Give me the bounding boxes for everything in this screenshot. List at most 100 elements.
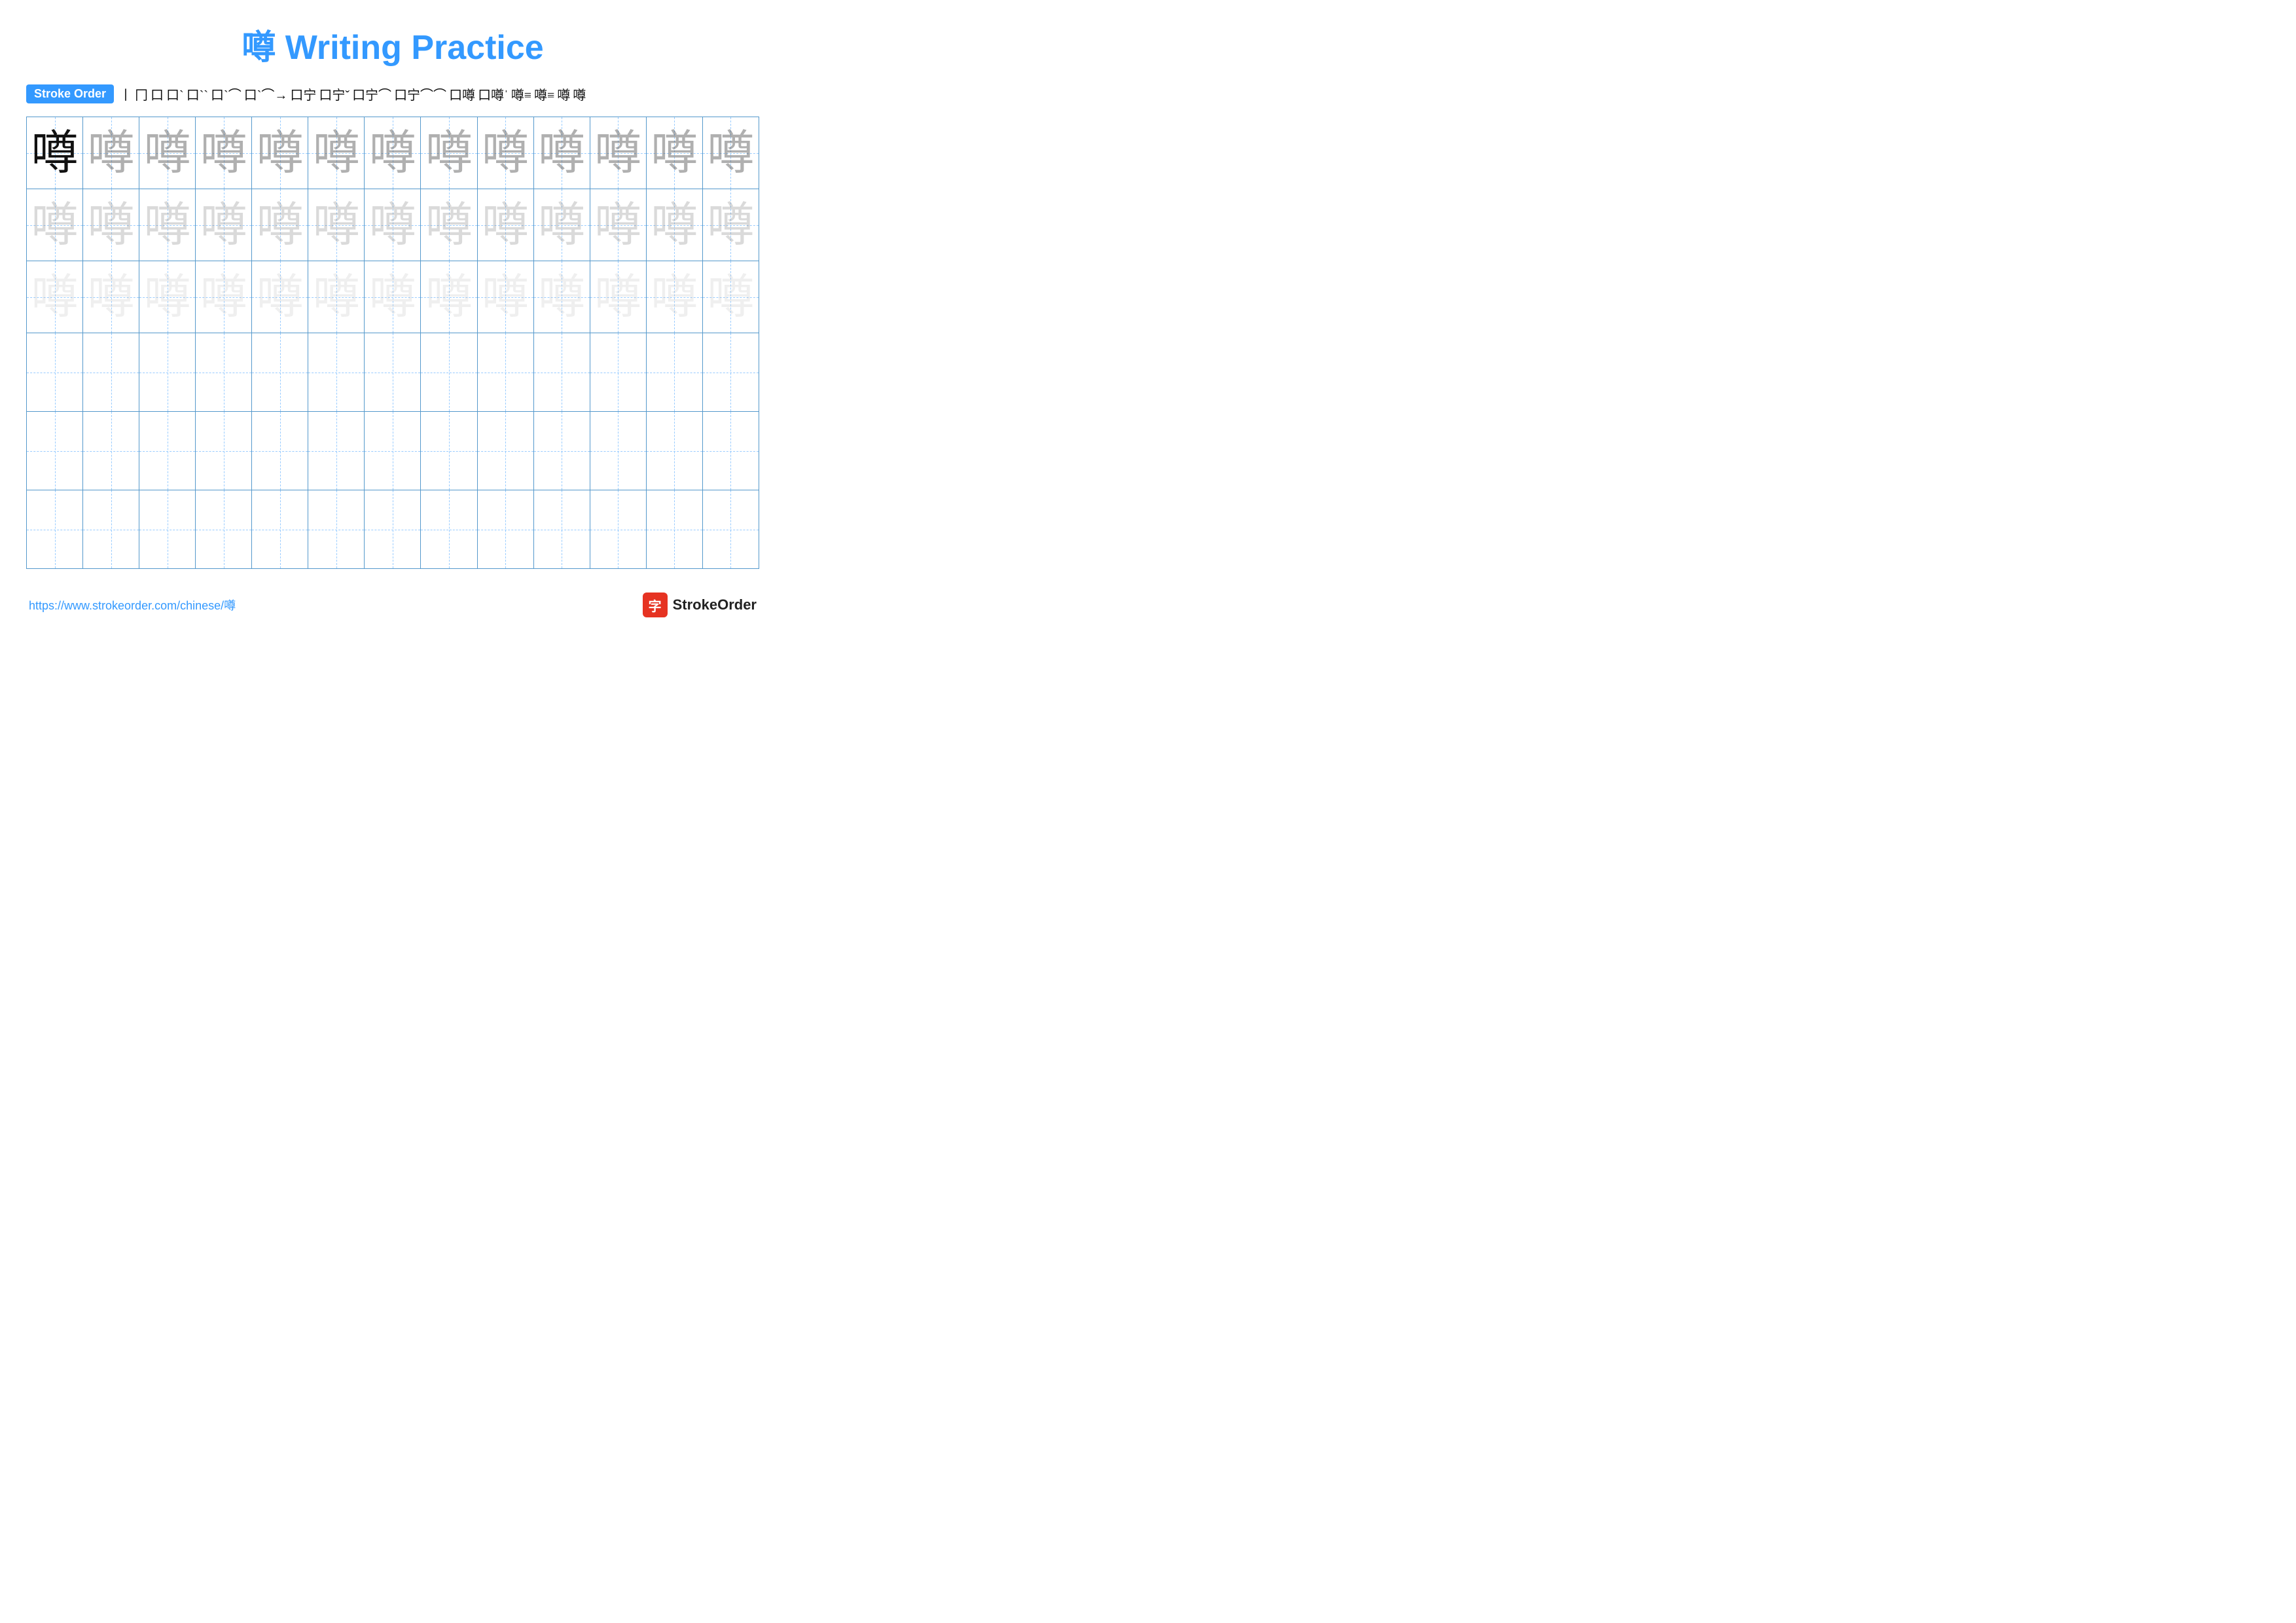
practice-grid: 噂 噂 噂 噂 噂 噂 噂 噂 噂 噂 噂 噂 噂 噂 噂 噂 噂 噂 噂 噂 …	[26, 117, 759, 569]
cell-r2-c8: 噂	[421, 189, 477, 261]
char-display: 噂	[313, 274, 360, 321]
cell-r6-c8[interactable]	[421, 490, 477, 569]
cell-r4-c9[interactable]	[477, 333, 533, 412]
cell-r6-c1[interactable]	[27, 490, 83, 569]
stroke-step-11: 口宁⌒⌒	[394, 84, 446, 103]
cell-r2-c5: 噂	[252, 189, 308, 261]
char-display: 噂	[538, 274, 585, 321]
cell-r6-c4[interactable]	[196, 490, 252, 569]
cell-r5-c7[interactable]	[365, 412, 421, 490]
cell-r3-c2: 噂	[83, 261, 139, 333]
cell-r1-c1: 噂	[27, 117, 83, 189]
cell-r2-c9: 噂	[477, 189, 533, 261]
cell-r1-c5: 噂	[252, 117, 308, 189]
cell-r3-c12: 噂	[646, 261, 702, 333]
page-title: 噂 Writing Practice	[26, 20, 759, 69]
char-display: 噂	[313, 130, 360, 177]
cell-r5-c10[interactable]	[533, 412, 590, 490]
cell-r6-c12[interactable]	[646, 490, 702, 569]
cell-r4-c10[interactable]	[533, 333, 590, 412]
cell-r4-c12[interactable]	[646, 333, 702, 412]
cell-r3-c4: 噂	[196, 261, 252, 333]
cell-r5-c3[interactable]	[139, 412, 196, 490]
cell-r3-c7: 噂	[365, 261, 421, 333]
cell-r4-c3[interactable]	[139, 333, 196, 412]
stroke-step-9: 口宁ˇ	[319, 84, 350, 103]
char-display: 噂	[482, 130, 529, 177]
char-display: 噂	[482, 274, 529, 321]
char-display: 噂	[31, 130, 79, 177]
cell-r1-c11: 噂	[590, 117, 646, 189]
stroke-step-7: 口ˋ⌒→	[244, 84, 288, 103]
char-display: 噂	[425, 130, 473, 177]
cell-r6-c9[interactable]	[477, 490, 533, 569]
cell-r6-c3[interactable]	[139, 490, 196, 569]
char-display: 噂	[31, 202, 79, 249]
cell-r5-c13[interactable]	[702, 412, 759, 490]
cell-r4-c5[interactable]	[252, 333, 308, 412]
cell-r5-c1[interactable]	[27, 412, 83, 490]
cell-r4-c1[interactable]	[27, 333, 83, 412]
stroke-step-15: 噂≡	[534, 84, 554, 103]
cell-r6-c10[interactable]	[533, 490, 590, 569]
char-display: 噂	[257, 202, 304, 249]
cell-r5-c11[interactable]	[590, 412, 646, 490]
cell-r4-c4[interactable]	[196, 333, 252, 412]
char-display: 噂	[651, 130, 698, 177]
char-display: 噂	[200, 202, 247, 249]
cell-r1-c13: 噂	[702, 117, 759, 189]
cell-r4-c8[interactable]	[421, 333, 477, 412]
cell-r6-c13[interactable]	[702, 490, 759, 569]
practice-row-6	[27, 490, 759, 569]
stroke-step-1: 丨	[119, 84, 132, 103]
char-display: 噂	[594, 130, 641, 177]
cell-r5-c2[interactable]	[83, 412, 139, 490]
stroke-step-16: 噂	[557, 84, 570, 103]
practice-row-3: 噂 噂 噂 噂 噂 噂 噂 噂 噂 噂 噂 噂 噂	[27, 261, 759, 333]
cell-r6-c2[interactable]	[83, 490, 139, 569]
footer-url[interactable]: https://www.strokeorder.com/chinese/噂	[29, 596, 236, 613]
char-display: 噂	[425, 202, 473, 249]
cell-r3-c6: 噂	[308, 261, 365, 333]
cell-r5-c12[interactable]	[646, 412, 702, 490]
cell-r3-c5: 噂	[252, 261, 308, 333]
brand-name: StrokeOrder	[673, 596, 757, 613]
cell-r6-c7[interactable]	[365, 490, 421, 569]
cell-r5-c9[interactable]	[477, 412, 533, 490]
stroke-step-5: 口`ˋ	[187, 84, 208, 103]
char-display: 噂	[257, 130, 304, 177]
cell-r4-c11[interactable]	[590, 333, 646, 412]
cell-r4-c2[interactable]	[83, 333, 139, 412]
cell-r4-c13[interactable]	[702, 333, 759, 412]
stroke-sequence: 丨 冂 口 口` 口`ˋ 口ˋ⌒ 口ˋ⌒→ 口宁 口宁ˇ 口宁⌒ 口宁⌒⌒ 口噂…	[119, 84, 586, 103]
cell-r5-c4[interactable]	[196, 412, 252, 490]
cell-r3-c11: 噂	[590, 261, 646, 333]
cell-r5-c8[interactable]	[421, 412, 477, 490]
char-display: 噂	[651, 202, 698, 249]
brand-icon: 字	[643, 593, 668, 617]
char-display: 噂	[200, 274, 247, 321]
cell-r3-c10: 噂	[533, 261, 590, 333]
cell-r1-c12: 噂	[646, 117, 702, 189]
stroke-step-4: 口`	[166, 84, 184, 103]
cell-r4-c6[interactable]	[308, 333, 365, 412]
cell-r4-c7[interactable]	[365, 333, 421, 412]
stroke-step-10: 口宁⌒	[352, 84, 391, 103]
cell-r2-c10: 噂	[533, 189, 590, 261]
char-display: 噂	[369, 274, 416, 321]
practice-row-4	[27, 333, 759, 412]
cell-r6-c11[interactable]	[590, 490, 646, 569]
cell-r6-c5[interactable]	[252, 490, 308, 569]
cell-r3-c13: 噂	[702, 261, 759, 333]
cell-r1-c8: 噂	[421, 117, 477, 189]
cell-r6-c6[interactable]	[308, 490, 365, 569]
cell-r3-c9: 噂	[477, 261, 533, 333]
practice-row-1: 噂 噂 噂 噂 噂 噂 噂 噂 噂 噂 噂 噂 噂	[27, 117, 759, 189]
cell-r1-c9: 噂	[477, 117, 533, 189]
cell-r1-c2: 噂	[83, 117, 139, 189]
char-display: 噂	[369, 130, 416, 177]
footer: https://www.strokeorder.com/chinese/噂 字 …	[26, 593, 759, 617]
cell-r5-c6[interactable]	[308, 412, 365, 490]
char-display: 噂	[144, 202, 191, 249]
cell-r5-c5[interactable]	[252, 412, 308, 490]
